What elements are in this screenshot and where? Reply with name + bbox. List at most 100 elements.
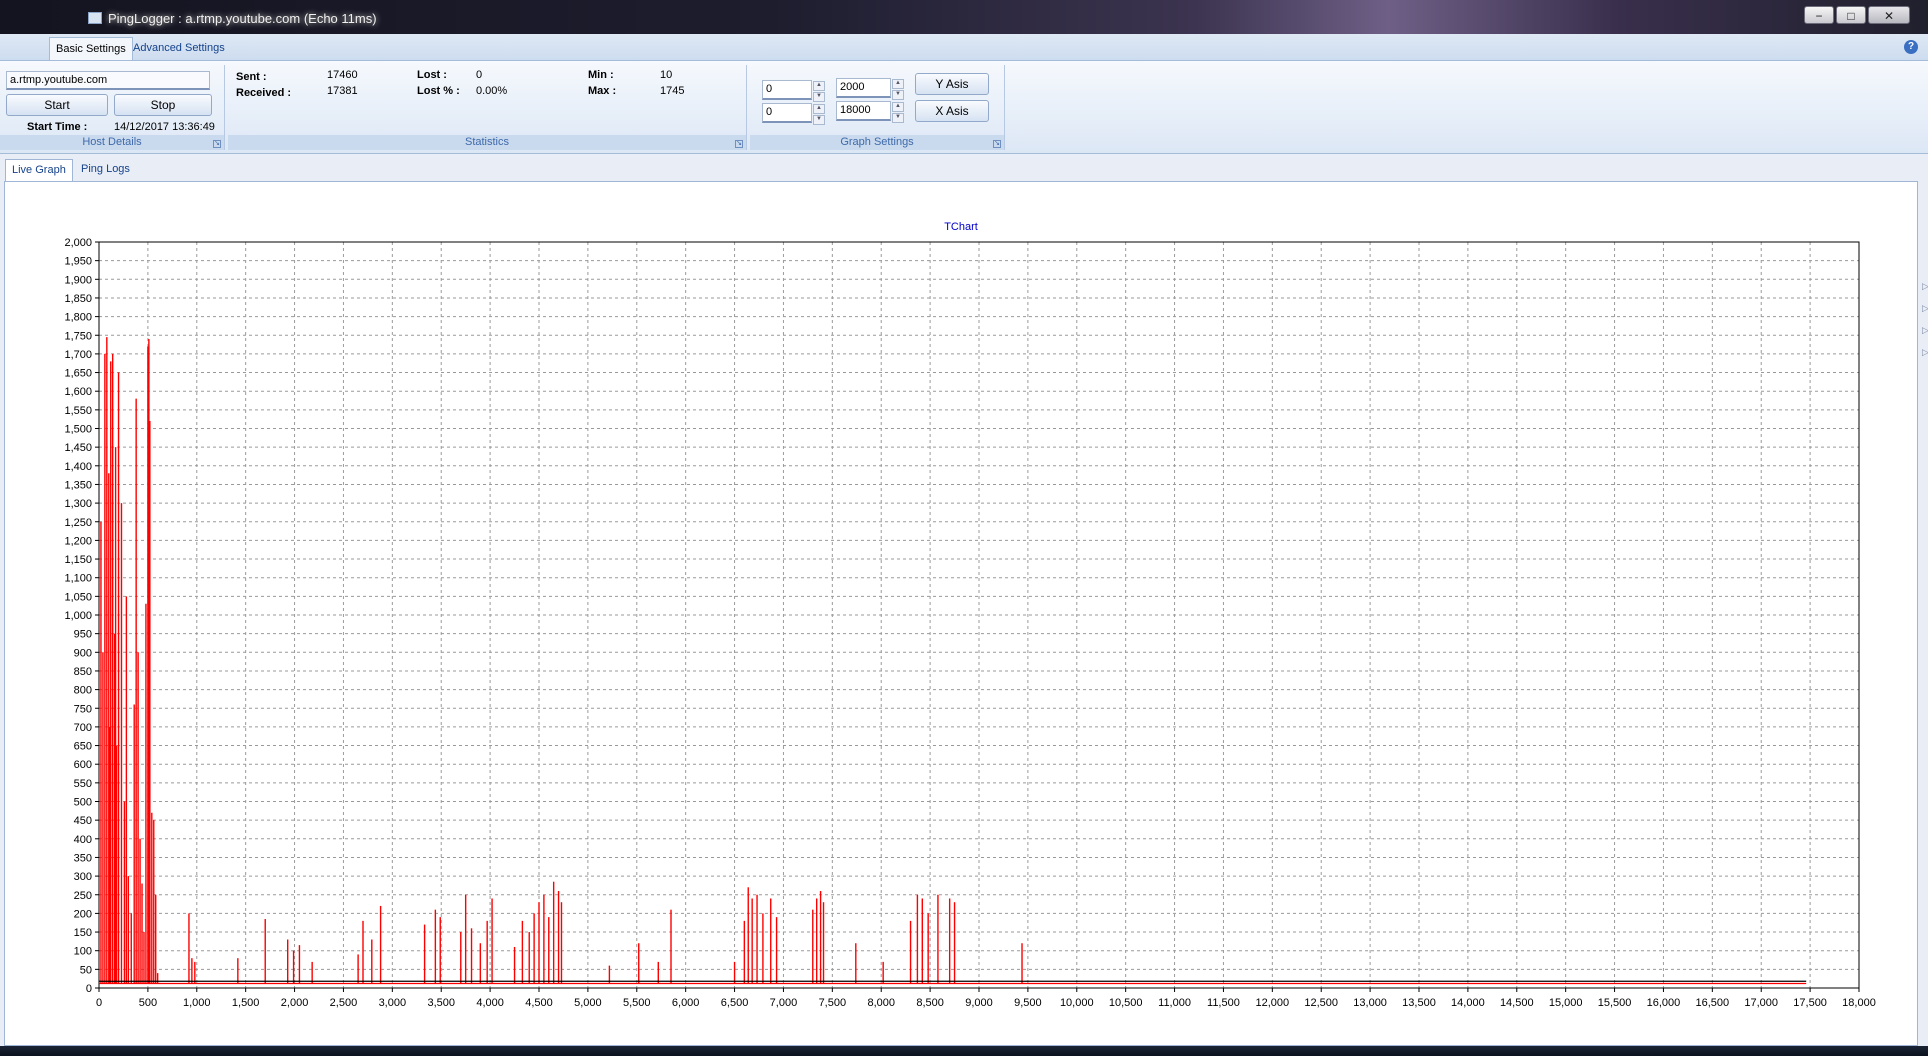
help-icon[interactable]: ? [1904,40,1918,54]
spin-down-icon[interactable]: ▼ [813,115,825,125]
statistics-caption: Statistics ↘ [228,135,746,150]
x-tick-label: 1,500 [232,997,260,1009]
x-tick-label: 15,500 [1598,997,1632,1009]
x-tick-label: 10,500 [1109,997,1143,1009]
spin-up-icon[interactable]: ▲ [813,81,825,91]
y-max-input[interactable]: 2000 ▲ ▼ [836,78,904,100]
tab-advanced-settings[interactable]: Advanced Settings [127,37,231,60]
spin-down-icon[interactable]: ▼ [892,113,904,123]
x-tick-label: 13,000 [1353,997,1387,1009]
tab-ping-logs[interactable]: Ping Logs [75,159,136,181]
y-tick-label: 1,450 [64,442,92,454]
y-tick-label: 250 [74,890,92,902]
y-tick-label: 1,750 [64,330,92,342]
graph-settings-group: 0 ▲ ▼ 2000 ▲ ▼ 0 ▲ ▼ 18000 ▲ ▼ Y Asis X Asis… [750,65,1005,150]
y-tick-label: 350 [74,852,92,864]
y-tick-label: 1,800 [64,312,92,324]
restore-button[interactable]: □ [1836,6,1866,24]
y-tick-label: 300 [74,871,92,883]
statistics-group: Sent : 17460 Received : 17381 Lost : 0 L… [228,65,747,150]
x-tick-label: 12,500 [1304,997,1338,1009]
app-icon [88,12,102,24]
lost-percent-value: 0.00% [476,85,508,97]
ribbon-panel: a.rtmp.youtube.com Start Stop Start Time… [0,61,1928,154]
stop-button[interactable]: Stop [114,94,212,116]
lost-label: Lost : [417,69,447,81]
x-max-input[interactable]: 18000 ▲ ▼ [836,101,904,123]
y-tick-label: 200 [74,908,92,920]
y-tick-label: 150 [74,927,92,939]
ping-chart: TChart 0 50 100 150 200 250 300 350 400 450 500 550… [64,221,1875,1009]
y-tick-label: 1,650 [64,368,92,380]
x-tick-label: 9,500 [1014,997,1042,1009]
x-min-input[interactable]: 0 ▲ ▼ [762,103,825,125]
host-details-group: a.rtmp.youtube.com Start Stop Start Time… [0,65,225,150]
x-tick-label: 4,000 [476,997,504,1009]
sent-value: 17460 [327,69,358,81]
x-tick-label: 2,500 [330,997,358,1009]
spin-up-icon[interactable]: ▲ [892,79,904,89]
dialog-launcher-icon[interactable]: ↘ [735,140,743,148]
y-tick-label: 100 [74,946,92,958]
x-tick-label: 7,500 [819,997,847,1009]
spin-up-icon[interactable]: ▲ [892,102,904,112]
x-tick-label: 13,500 [1402,997,1436,1009]
received-value: 17381 [327,85,358,97]
y-tick-label: 2,000 [64,237,92,249]
x-tick-label: 4,500 [525,997,553,1009]
dialog-launcher-icon[interactable]: ↘ [213,140,221,148]
start-time-value: 14/12/2017 13:36:49 [114,121,215,133]
x-axis-button[interactable]: X Asis [915,100,989,122]
y-tick-label: 50 [80,964,92,976]
start-button[interactable]: Start [6,94,108,116]
x-tick-label: 6,500 [721,997,749,1009]
spin-down-icon[interactable]: ▼ [892,90,904,100]
live-graph-panel: TChart 0 50 100 150 200 250 300 350 400 450 500 550… [4,181,1918,1046]
x-tick-label: 17,000 [1744,997,1778,1009]
spin-down-icon[interactable]: ▼ [813,92,825,102]
tab-basic-settings[interactable]: Basic Settings [49,37,133,60]
y-tick-label: 950 [74,629,92,641]
x-tick-label: 8,000 [867,997,895,1009]
y-tick-label: 1,000 [64,610,92,622]
x-tick-label: 5,000 [574,997,602,1009]
y-tick-label: 1,150 [64,554,92,566]
y-axis-button[interactable]: Y Asis [915,73,989,95]
x-tick-label: 17,500 [1793,997,1827,1009]
x-tick-label: 0 [96,997,102,1009]
x-tick-label: 8,500 [916,997,944,1009]
x-tick-label: 9,000 [965,997,993,1009]
x-tick-label: 15,000 [1549,997,1583,1009]
y-tick-label: 1,200 [64,535,92,547]
graph-settings-caption: Graph Settings ↘ [750,135,1004,150]
x-tick-label: 2,000 [281,997,309,1009]
y-tick-label: 1,250 [64,517,92,529]
close-button[interactable]: ✕ [1868,6,1910,24]
sent-label: Sent : [236,71,267,83]
dialog-launcher-icon[interactable]: ↘ [993,140,1001,148]
y-tick-label: 400 [74,834,92,846]
y-axis: 0 50 100 150 200 250 300 350 400 450 500 550 600 650 7… [64,237,99,995]
x-tick-label: 16,000 [1647,997,1681,1009]
y-min-input[interactable]: 0 ▲ ▼ [762,80,825,102]
y-tick-label: 800 [74,685,92,697]
received-label: Received : [236,87,292,99]
x-tick-label: 14,500 [1500,997,1534,1009]
x-tick-label: 3,000 [379,997,407,1009]
x-tick-label: 5,500 [623,997,651,1009]
y-tick-label: 1,050 [64,591,92,603]
x-tick-label: 12,000 [1256,997,1290,1009]
chart-grid [98,241,1860,989]
spin-up-icon[interactable]: ▲ [813,104,825,114]
min-label: Min : [588,69,614,81]
host-input[interactable]: a.rtmp.youtube.com [6,71,210,90]
host-details-caption: Host Details ↘ [0,135,224,150]
tab-live-graph[interactable]: Live Graph [5,159,73,181]
y-tick-label: 900 [74,647,92,659]
minimize-button[interactable]: − [1804,6,1834,24]
y-tick-label: 1,900 [64,274,92,286]
y-tick-label: 0 [86,983,92,995]
y-tick-label: 1,700 [64,349,92,361]
y-tick-label: 500 [74,797,92,809]
max-value: 1745 [660,85,685,97]
